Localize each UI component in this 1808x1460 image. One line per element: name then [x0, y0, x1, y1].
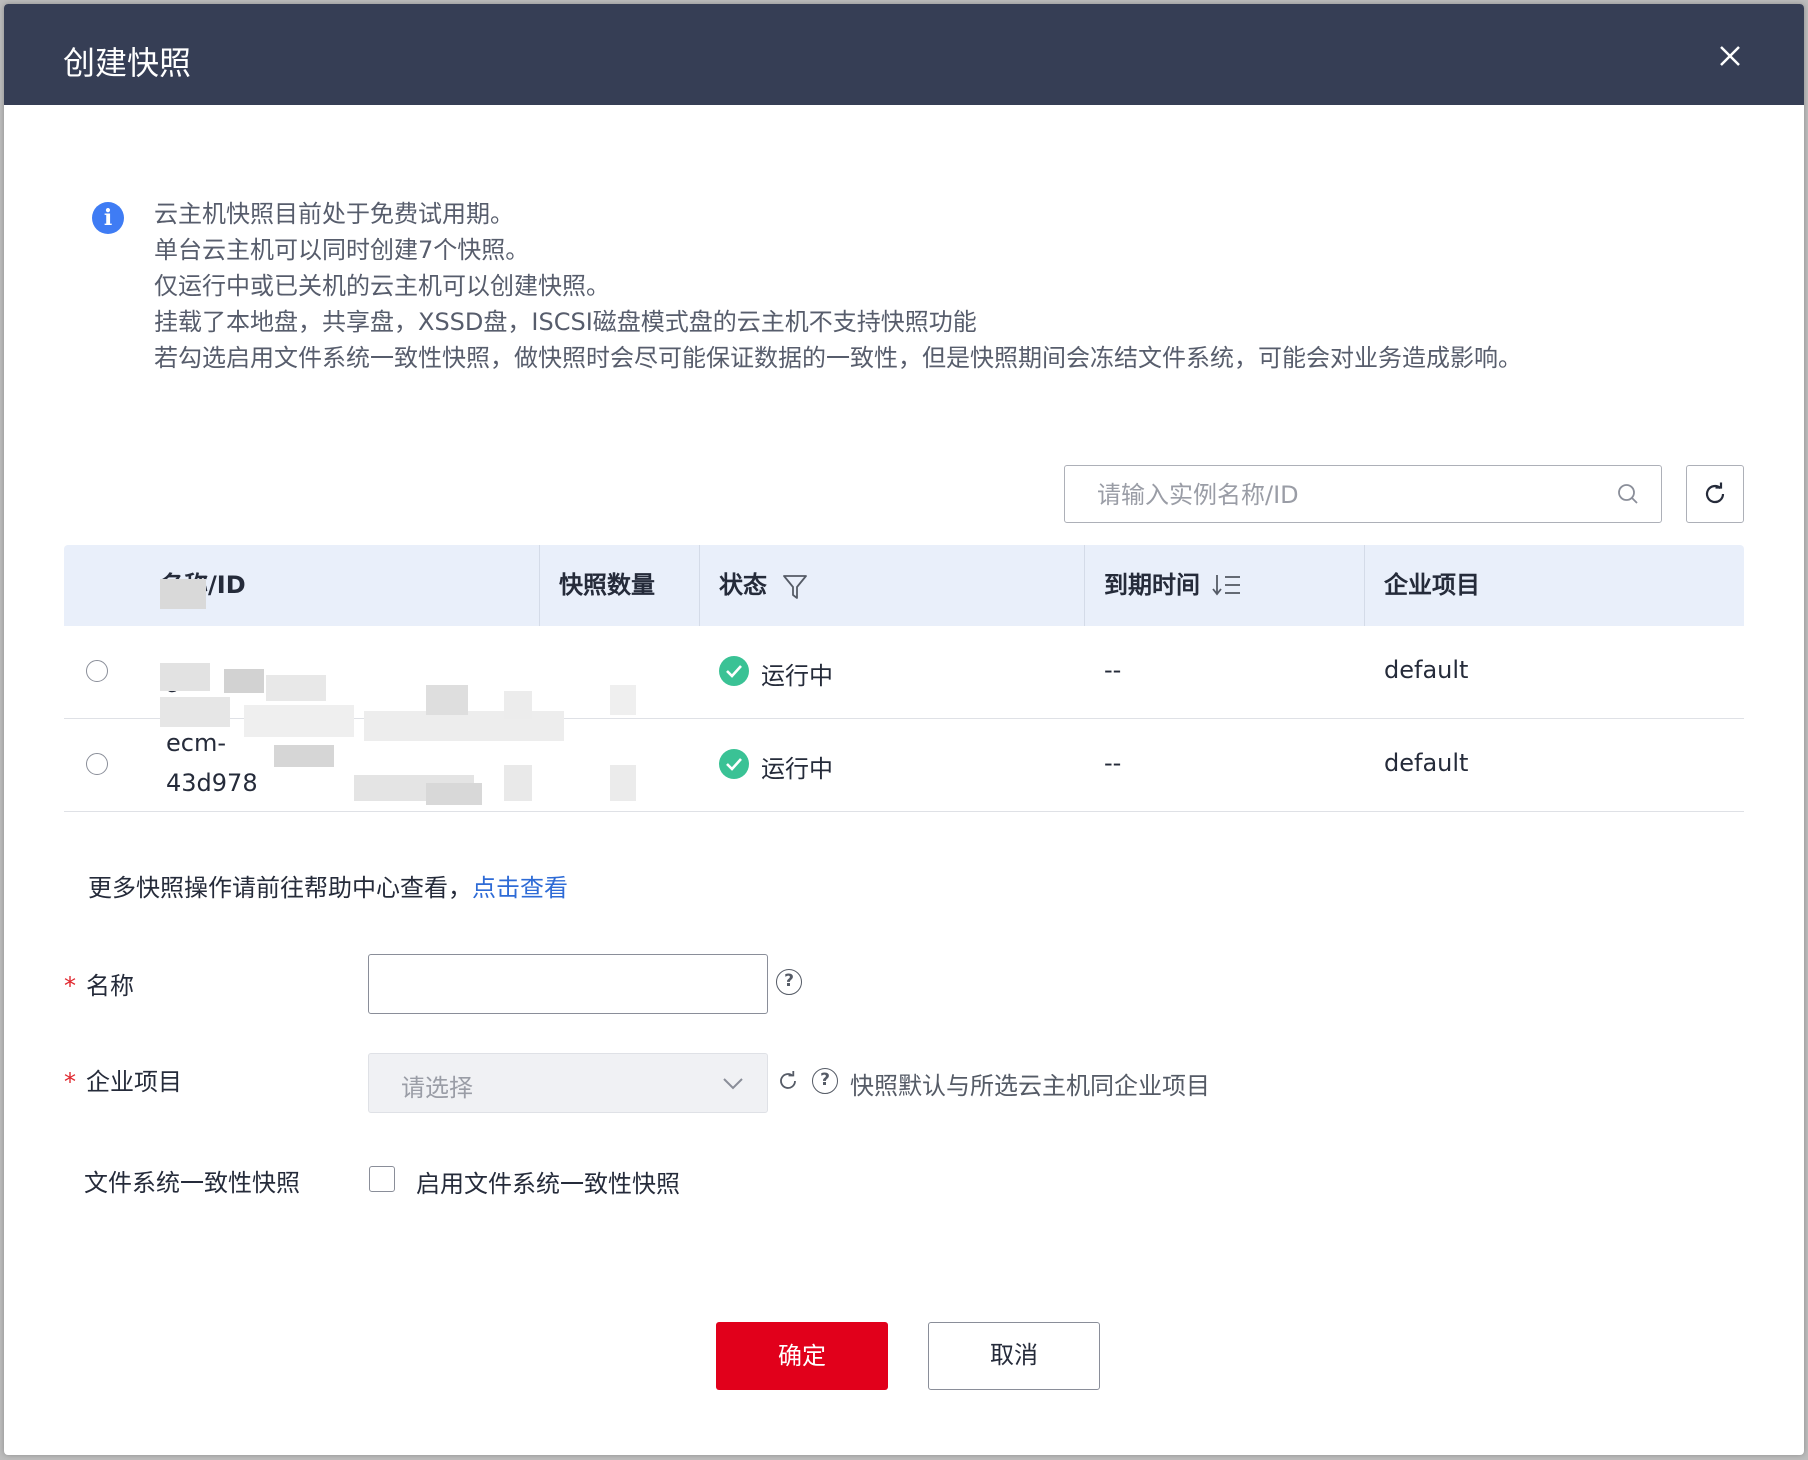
- fs-consistency-checkbox[interactable]: [369, 1166, 395, 1192]
- project-label: * 企业项目: [64, 1062, 182, 1097]
- close-button[interactable]: [1710, 36, 1750, 76]
- project-refresh-icon[interactable]: [777, 1070, 799, 1092]
- chevron-down-icon: [723, 1078, 743, 1090]
- enterprise-project-select[interactable]: 请选择: [368, 1053, 768, 1113]
- column-header-expiry: 到期时间: [1104, 571, 1200, 599]
- name-label: * 名称: [64, 966, 134, 1001]
- refresh-button[interactable]: [1686, 465, 1744, 523]
- expiry-time: --: [1104, 749, 1122, 777]
- dialog-header: 创建快照: [4, 4, 1804, 105]
- info-line: 单台云主机可以同时创建7个快照。: [154, 236, 530, 264]
- required-mark: *: [64, 1068, 76, 1096]
- column-header-status: 状态: [719, 571, 767, 599]
- search-icon[interactable]: [1616, 482, 1640, 506]
- help-text-body: 更多快照操作请前往帮助中心查看，: [88, 874, 472, 902]
- info-icon: i: [92, 202, 124, 234]
- status-ok-icon: [719, 749, 749, 779]
- fs-consistency-label: 文件系统一致性快照: [84, 1169, 300, 1197]
- project-hint: 快照默认与所选云主机同企业项目: [850, 1072, 1210, 1100]
- info-line: 仅运行中或已关机的云主机可以创建快照。: [154, 272, 610, 300]
- redaction-mosaic: [144, 565, 684, 805]
- fs-consistency-checkbox-label[interactable]: 启用文件系统一致性快照: [416, 1164, 680, 1199]
- dialog-title: 创建快照: [63, 44, 192, 82]
- close-icon: [1720, 46, 1740, 66]
- confirm-button[interactable]: 确定: [716, 1322, 888, 1390]
- info-line: 若勾选启用文件系统一致性快照，做快照时会尽可能保证数据的一致性，但是快照期间会冻…: [154, 344, 1522, 372]
- name-label-text: 名称: [86, 972, 134, 1000]
- project-label-text: 企业项目: [86, 1068, 182, 1096]
- filter-icon[interactable]: [782, 573, 808, 601]
- create-snapshot-dialog: 创建快照 i 云主机快照目前处于免费试用期。 单台云主机可以同时创建7个快照。 …: [4, 4, 1804, 1455]
- cancel-button[interactable]: 取消: [928, 1322, 1100, 1390]
- help-text: 更多快照操作请前往帮助中心查看，点击查看: [88, 868, 568, 903]
- status-ok-icon: [719, 656, 749, 686]
- info-line: 挂载了本地盘，共享盘，XSSD盘，ISCSI磁盘模式盘的云主机不支持快照功能: [154, 308, 977, 336]
- expiry-time: --: [1104, 656, 1122, 684]
- required-mark: *: [64, 972, 76, 1000]
- help-icon[interactable]: ?: [776, 969, 802, 995]
- help-icon[interactable]: ?: [812, 1068, 838, 1094]
- instance-search-box: [1064, 465, 1662, 523]
- status-text: 运行中: [761, 755, 833, 783]
- sort-icon[interactable]: [1212, 573, 1242, 597]
- row-radio[interactable]: [86, 660, 108, 682]
- help-link[interactable]: 点击查看: [472, 874, 568, 902]
- status-text: 运行中: [761, 662, 833, 690]
- instance-table: 名称/ID 快照数量 状态 到期时间 企业项目 9: [64, 545, 1744, 812]
- column-divider: [699, 545, 700, 626]
- refresh-icon: [1705, 482, 1725, 504]
- info-line: 云主机快照目前处于免费试用期。: [154, 200, 514, 228]
- instance-search-input[interactable]: [1095, 466, 1599, 523]
- info-lines: 云主机快照目前处于免费试用期。 单台云主机可以同时创建7个快照。 仅运行中或已关…: [154, 196, 1522, 376]
- row-radio[interactable]: [86, 753, 108, 775]
- snapshot-name-input[interactable]: [368, 954, 768, 1014]
- enterprise-project: default: [1384, 749, 1469, 777]
- column-divider: [1364, 545, 1365, 626]
- column-divider: [1084, 545, 1085, 626]
- column-header-project: 企业项目: [1384, 571, 1480, 599]
- enterprise-project: default: [1384, 656, 1469, 684]
- select-placeholder: 请选择: [401, 1074, 473, 1102]
